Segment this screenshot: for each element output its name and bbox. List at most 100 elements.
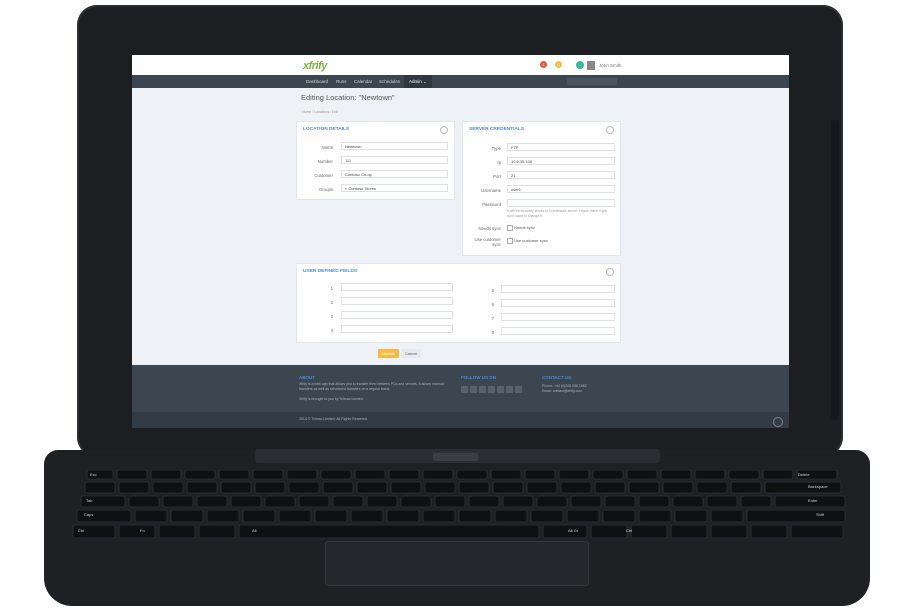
needs-sync-text: Needs sync (514, 225, 535, 230)
key-delete[interactable]: Delete (798, 472, 810, 477)
user-defined-fields-panel: USER DEFINED FIELDS 1 2 3 4 5 6 7 8 (296, 263, 621, 343)
udf-field-8[interactable] (501, 327, 615, 335)
udf-label-2: 2 (330, 300, 333, 305)
collapse-icon[interactable] (606, 268, 614, 276)
key-alt-gr[interactable]: Alt Gr (568, 528, 578, 533)
linkedin-icon[interactable] (479, 386, 486, 393)
udf-field-4[interactable] (341, 325, 453, 333)
port-label: Port (493, 174, 501, 179)
user-name[interactable]: John Smith (599, 63, 622, 68)
avatar[interactable] (587, 61, 595, 70)
nav-runs[interactable]: Runs (336, 79, 347, 84)
type-label: Type (491, 146, 501, 151)
nav-dashboard[interactable]: Dashboard (306, 79, 328, 84)
pinterest-icon[interactable] (506, 386, 513, 393)
follow-heading: FOLLOW US ON (461, 375, 496, 380)
panel-title: LOCATION DETAILS (303, 127, 350, 132)
nav-admin-label: Admin ⌄ (409, 79, 427, 84)
groups-label: Groups (318, 187, 333, 192)
laptop-bezel-edge (831, 120, 839, 420)
about-text: Xfrify is a web app that allows you to t… (299, 382, 444, 391)
collapse-icon[interactable] (606, 126, 614, 134)
location-details-panel: LOCATION DETAILS Name Newtown Number 111… (296, 121, 455, 200)
udf-label-3: 3 (330, 314, 333, 319)
status-icon[interactable] (576, 61, 584, 69)
key-tab[interactable]: Tab (86, 498, 92, 503)
facebook-icon[interactable] (461, 386, 468, 393)
key-enter[interactable]: Enter (808, 498, 818, 503)
cancel-button[interactable]: Cancel (401, 349, 421, 358)
password-field[interactable] (507, 199, 615, 207)
key-alt[interactable]: Alt (252, 528, 257, 533)
touchpad[interactable] (325, 541, 589, 586)
number-field[interactable]: 111 (341, 156, 448, 164)
panel-title: SERVER CREDENTIALS (469, 127, 525, 132)
udf-label-7: 7 (491, 316, 494, 321)
about-heading: ABOUT (299, 375, 315, 380)
scroll-to-top-icon[interactable] (773, 417, 783, 427)
notification-badge[interactable]: 1 (540, 61, 547, 68)
nav-schedules[interactable]: Schedules (379, 79, 400, 84)
udf-field-2[interactable] (341, 297, 453, 305)
use-customer-sync-label: Use customer sync (474, 237, 501, 247)
google-plus-icon[interactable] (488, 386, 495, 393)
name-field[interactable]: Newtown (341, 142, 448, 150)
needs-sync-checkbox[interactable] (507, 225, 513, 231)
hinge-latch (433, 453, 478, 461)
username-field[interactable]: user1 (507, 185, 615, 193)
udf-label-1: 1 (330, 286, 333, 291)
udf-field-1[interactable] (341, 283, 453, 291)
udf-field-3[interactable] (341, 311, 453, 319)
twitter-icon[interactable] (470, 386, 477, 393)
groups-field[interactable]: × Contoso Stores (341, 184, 448, 192)
update-button[interactable]: Update (378, 349, 399, 358)
udf-label-6: 6 (491, 302, 494, 307)
key-caps[interactable]: Caps (84, 512, 93, 517)
laptop-screen: xfrify 1 0 John Smith Dashboard Runs Cal… (132, 55, 789, 428)
name-label: Name (321, 145, 333, 150)
udf-label-4: 4 (330, 328, 333, 333)
use-customer-sync-checkbox[interactable] (507, 238, 513, 244)
keyboard-keys (72, 470, 846, 539)
use-customer-sync-text: Use customer sync (514, 238, 549, 243)
vimeo-icon[interactable] (515, 386, 522, 393)
page-title: Editing Location: "Newtown" (301, 93, 395, 102)
ip-label: Ip (497, 160, 501, 165)
username-label: Username (481, 188, 501, 193)
contact-email[interactable]: Email: contact@xfrify.com (542, 389, 632, 394)
udf-field-5[interactable] (501, 285, 615, 293)
search-input[interactable] (567, 78, 617, 85)
password-hint: It will be securely stored in Credential… (507, 209, 608, 218)
server-credentials-panel: SERVER CREDENTIALS Type FTP Ip 10.6.35.1… (462, 121, 621, 256)
youtube-icon[interactable] (497, 386, 504, 393)
app-logo[interactable]: xfrify (303, 60, 327, 72)
breadcrumb[interactable]: Home / Locations / Edit (302, 110, 338, 114)
password-label: Password (482, 202, 501, 207)
port-field[interactable]: 21 (507, 171, 615, 179)
key-ctrl-left[interactable]: Ctrl (78, 528, 84, 533)
udf-field-7[interactable] (501, 313, 615, 321)
customer-label: Customer (314, 173, 333, 178)
udf-field-6[interactable] (501, 299, 615, 307)
contact-heading: CONTACT US (542, 375, 572, 380)
customer-select[interactable]: Contoso Co-op (341, 170, 448, 178)
nav-admin[interactable]: Admin ⌄ (404, 75, 432, 88)
key-shift[interactable]: Shift (816, 512, 824, 517)
udf-label-8: 8 (491, 330, 494, 335)
udf-label-5: 5 (491, 288, 494, 293)
nav-calendar[interactable]: Calendar (354, 79, 372, 84)
copyright: 2014 © Tolmac Limited. All Rights Reserv… (299, 417, 369, 421)
key-backspace[interactable]: Backspace (808, 484, 828, 489)
about-credit[interactable]: Xfrify is brought to you by Tolmac Limit… (299, 397, 449, 402)
needs-sync-label: Needs sync (478, 226, 501, 231)
collapse-icon[interactable] (440, 126, 448, 134)
number-label: Number (317, 159, 333, 164)
key-ctrl-right[interactable]: Ctrl (626, 528, 632, 533)
message-badge[interactable]: 0 (555, 61, 562, 68)
type-select[interactable]: FTP (507, 143, 615, 151)
key-esc[interactable]: Esc (90, 472, 97, 477)
ip-field[interactable]: 10.6.35.100 (507, 157, 615, 165)
key-fn[interactable]: Fn (140, 528, 145, 533)
main-navbar: Dashboard Runs Calendar Schedules Admin … (132, 75, 789, 88)
footer-bottom: 2014 © Tolmac Limited. All Rights Reserv… (132, 412, 789, 428)
